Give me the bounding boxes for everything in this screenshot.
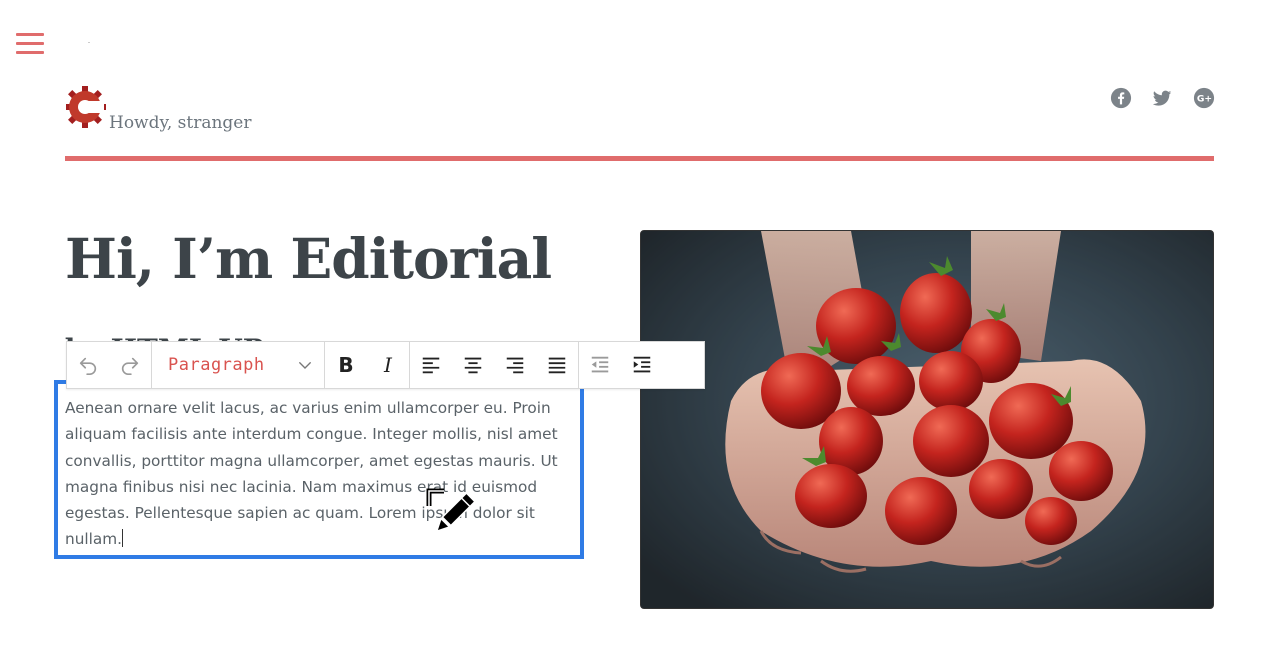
chevron-down-icon: [299, 362, 311, 369]
undo-icon: [79, 357, 97, 375]
format-group: Paragraph: [152, 342, 325, 388]
align-right-icon: [506, 357, 524, 374]
twitter-link[interactable]: [1151, 87, 1173, 109]
redo-button[interactable]: [109, 342, 151, 388]
hero-image[interactable]: [640, 230, 1214, 609]
decorative-dot: [88, 42, 90, 43]
align-left-icon: [422, 357, 440, 374]
block-format-value: Paragraph: [168, 355, 265, 375]
undo-button[interactable]: [67, 342, 109, 388]
strawberries-photo: [641, 231, 1213, 608]
facebook-icon: [1110, 87, 1132, 109]
align-group: [410, 342, 579, 388]
align-center-button[interactable]: [452, 342, 494, 388]
header-divider: [65, 156, 1214, 161]
google-plus-link[interactable]: G+: [1193, 87, 1215, 109]
site-logo[interactable]: [64, 84, 106, 132]
indent-icon: [633, 356, 651, 373]
menu-bar: [16, 42, 44, 45]
editor-text: Aenean ornare velit lacus, ac varius eni…: [65, 399, 558, 549]
block-format-select[interactable]: Paragraph: [152, 342, 324, 388]
outdent-icon: [591, 356, 609, 373]
redo-icon: [121, 357, 139, 375]
history-group: [67, 342, 152, 388]
pencil-cursor-icon: [426, 488, 476, 533]
editor-toolbar: Paragraph B I: [66, 341, 705, 389]
align-justify-icon: [548, 357, 566, 374]
style-group: B I: [325, 342, 410, 388]
site-tagline: Howdy, stranger: [109, 113, 252, 133]
align-justify-button[interactable]: [536, 342, 578, 388]
edit-cursor: [426, 488, 476, 538]
page-title: Hi, I’m Editorial: [65, 226, 552, 291]
italic-button[interactable]: I: [367, 342, 409, 388]
google-plus-icon: G+: [1193, 87, 1215, 109]
indent-group: [579, 342, 663, 388]
editor-content[interactable]: Aenean ornare velit lacus, ac varius eni…: [65, 395, 570, 553]
align-center-icon: [464, 357, 482, 374]
outdent-button[interactable]: [579, 342, 621, 388]
align-left-button[interactable]: [410, 342, 452, 388]
facebook-link[interactable]: [1110, 87, 1132, 109]
menu-bar: [16, 33, 44, 36]
menu-bar: [16, 51, 44, 54]
svg-text:G+: G+: [1197, 94, 1212, 105]
twitter-icon: [1152, 90, 1172, 106]
align-right-button[interactable]: [494, 342, 536, 388]
indent-button[interactable]: [621, 342, 663, 388]
gear-c-logo-icon: [64, 86, 106, 128]
bold-button[interactable]: B: [325, 342, 367, 388]
text-editor[interactable]: Aenean ornare velit lacus, ac varius eni…: [54, 380, 584, 559]
text-caret: [122, 529, 124, 548]
hamburger-menu-button[interactable]: [16, 33, 44, 57]
